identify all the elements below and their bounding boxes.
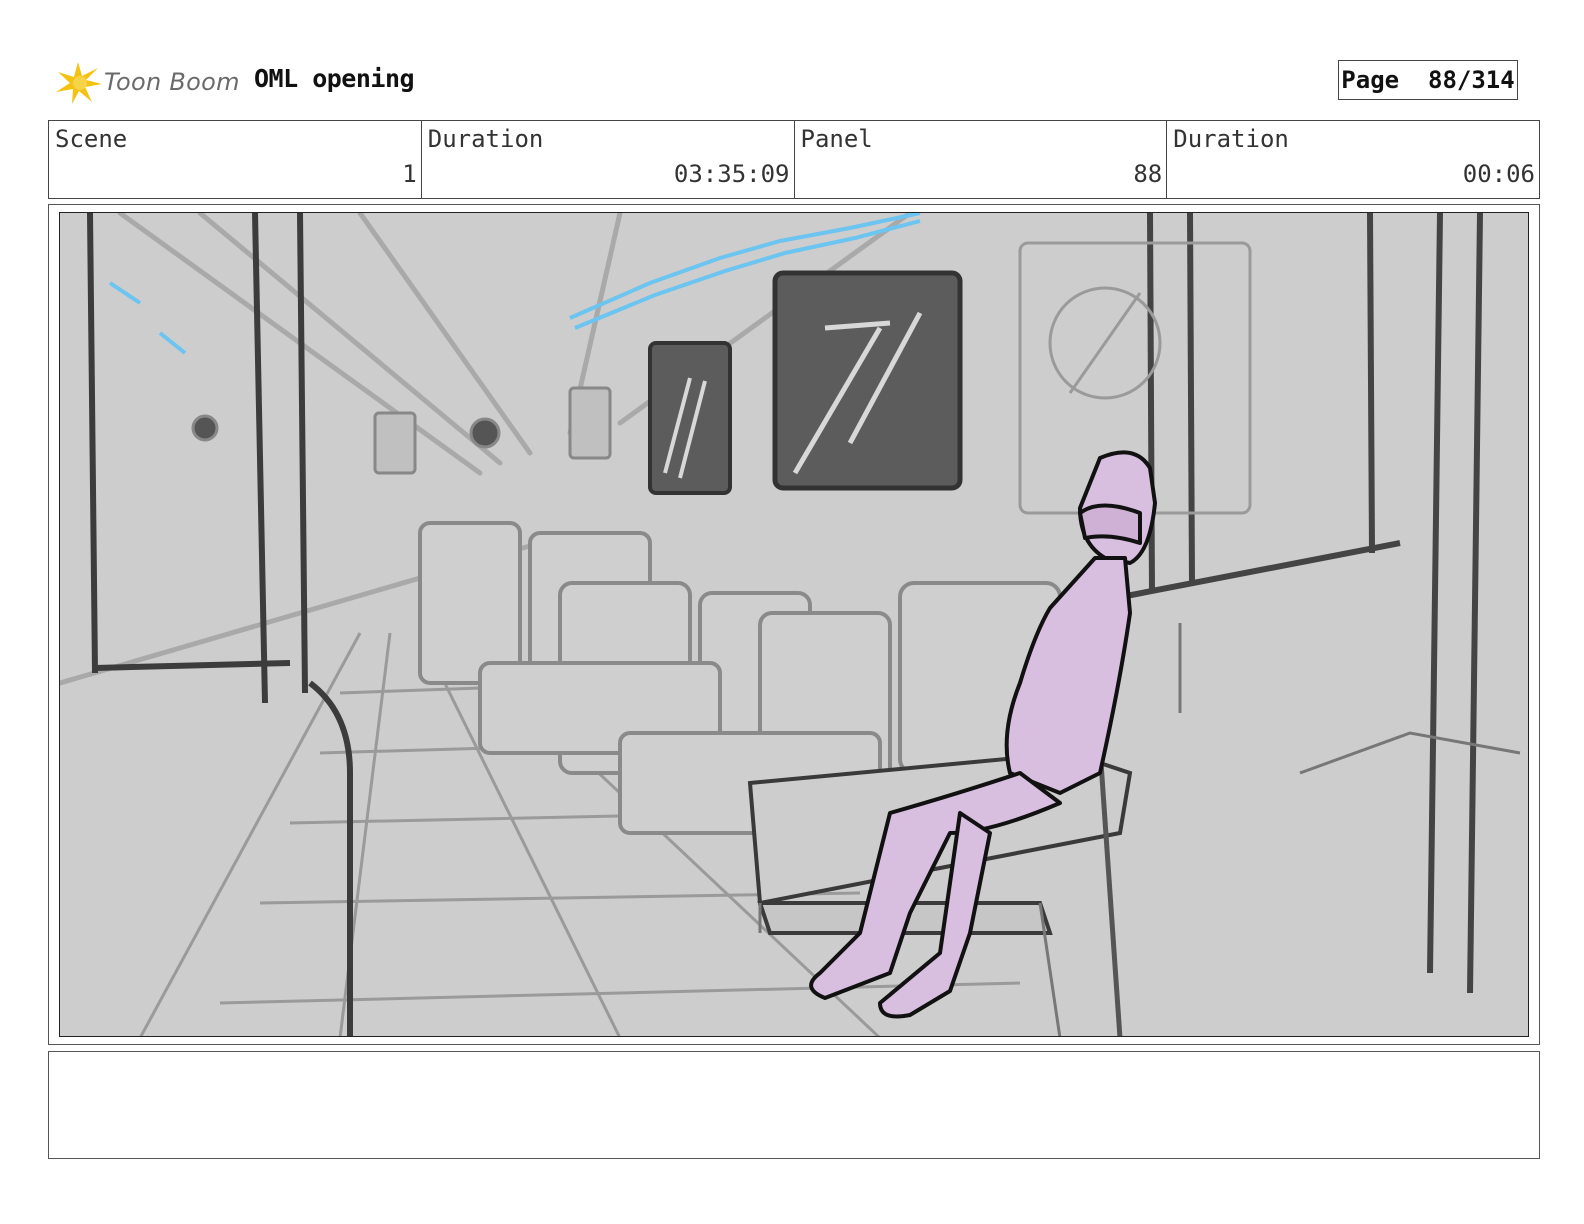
panel-label: Panel [800,125,873,153]
duration-label: Duration [427,125,544,153]
storyboard-header: Toon Boom OML opening Page 88/314 [48,52,1540,112]
project-title: OML opening [254,64,415,93]
duration-value: 03:35:09 [673,160,790,188]
panel-duration-label: Duration [1173,125,1289,153]
scene-label: Scene [55,125,128,153]
page-label: Page [1341,66,1400,94]
scene-value: 1 [402,160,417,188]
panel-value: 88 [1133,160,1163,188]
panel-cell: Panel 88 [795,121,1168,198]
storyboard-panel-drawing [59,212,1529,1037]
page-value: 88/314 [1428,66,1515,94]
scene-cell: Scene 1 [49,121,422,198]
panel-info-table: Scene 1 Duration 03:35:09 Panel 88 Durat… [48,120,1540,199]
panel-duration-value: 00:06 [1462,160,1535,188]
panel-duration-cell: Duration 00:06 [1167,121,1539,198]
toon-boom-logo: Toon Boom [52,56,240,108]
logo-text: Toon Boom [104,68,240,96]
subway-car-sketch [60,213,1528,1036]
scene-duration-cell: Duration 03:35:09 [422,121,795,198]
panel-notes-box[interactable] [48,1051,1540,1159]
toon-boom-star-icon [56,62,102,104]
page-indicator: Page 88/314 [1338,60,1518,100]
